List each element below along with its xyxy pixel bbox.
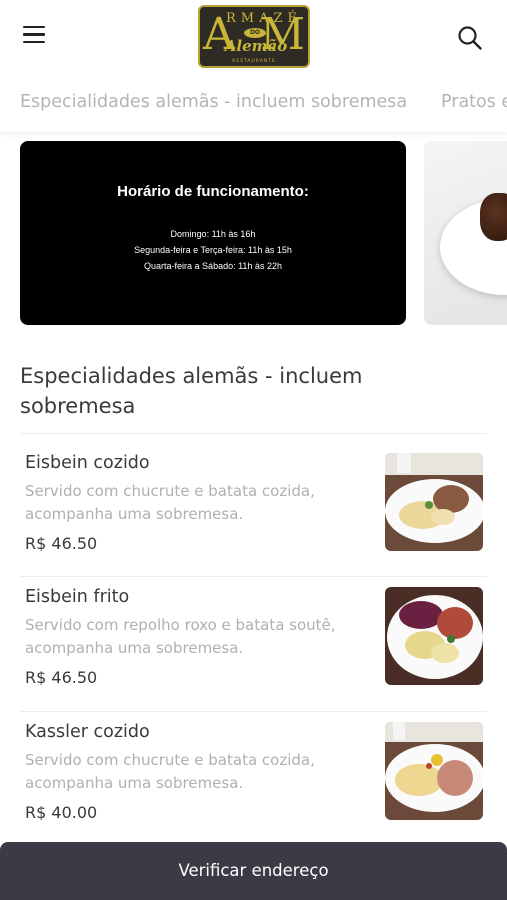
opening-hours-banner[interactable]: Horário de funcionamento: Domingo: 11h à… [20, 141, 406, 325]
item-photo [385, 587, 483, 685]
item-name: Eisbein cozido [25, 453, 150, 473]
banner-hours-line: Domingo: 11h às 16h [170, 229, 256, 239]
hamburger-menu-icon[interactable] [22, 26, 48, 48]
item-photo [385, 453, 483, 551]
search-icon[interactable] [456, 24, 484, 52]
tab-pratos[interactable]: Pratos e [441, 92, 507, 112]
item-description: Servido com chucrute e batata cozida, ac… [25, 751, 315, 792]
logo-subtitle: RESTAURANTE [232, 59, 276, 64]
item-price: R$ 46.50 [25, 668, 98, 687]
banner-hours-line: Quarta-feira a Sábado: 11h às 22h [144, 261, 282, 271]
check-address-button[interactable]: Verificar endereço [0, 842, 507, 900]
restaurant-logo[interactable]: A RMAZÉ M DO Alemão RESTAURANTE [198, 5, 310, 68]
section-title: Especialidades alemãs - incluem sobremes… [20, 364, 363, 418]
app-header: A RMAZÉ M DO Alemão RESTAURANTE [0, 0, 507, 72]
item-description: Servido com repolho roxo e batata soutê,… [25, 616, 336, 657]
menu-item[interactable]: Kassler cozido Servido com chucrute e ba… [20, 702, 487, 836]
item-price: R$ 40.00 [25, 803, 98, 822]
item-description: Servido com chucrute e batata cozida, ac… [25, 482, 315, 523]
banner-hours-line: Segunda-feira e Terça-feira: 11h às 15h [134, 245, 292, 255]
item-name: Eisbein frito [25, 587, 130, 607]
menu-item[interactable]: Eisbein frito Servido com repolho roxo e… [20, 567, 487, 701]
logo-script-text: Alemão [224, 37, 288, 55]
meat-image [480, 193, 507, 241]
item-photo [385, 722, 483, 820]
food-photo-banner[interactable] [424, 141, 507, 325]
banner-title: Horário de funcionamento: [117, 183, 309, 200]
item-price: R$ 46.50 [25, 534, 98, 553]
item-name: Kassler cozido [25, 722, 150, 742]
menu-item[interactable]: Eisbein cozido Servido com chucrute e ba… [20, 433, 487, 567]
category-tabs: Especialidades alemãs - incluem sobremes… [0, 72, 507, 132]
tab-especialidades[interactable]: Especialidades alemãs - incluem sobremes… [20, 92, 407, 112]
